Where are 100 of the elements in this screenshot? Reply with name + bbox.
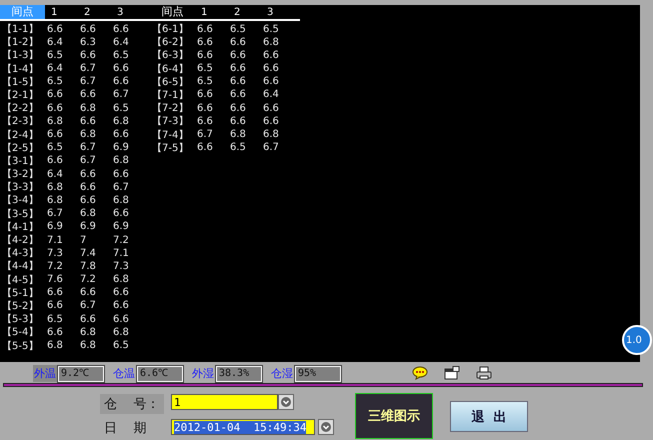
table-cell-text: 6.5 [112, 340, 130, 351]
column-header: 3 [116, 6, 124, 18]
table-cell-text: 6.5 [196, 76, 214, 88]
printer-icon[interactable] [476, 366, 492, 380]
table-cell-text: 6.4 [262, 89, 280, 100]
reading-field: 6.6℃ [137, 366, 183, 382]
point-label: 【6-2】 [151, 36, 190, 50]
reading-label: 外湿 [191, 366, 215, 382]
caret-icon [281, 397, 291, 407]
point-label: 【7-2】 [151, 102, 190, 116]
table-cell-text: 6.8 [79, 326, 97, 338]
table-cell-text: 6.6 [196, 102, 214, 114]
version-badge: 1.0 [622, 325, 652, 355]
table-cell-text: 6.6 [112, 76, 130, 88]
table-cell-text: 6.5 [196, 63, 214, 74]
table-cell-text: 6.7 [46, 208, 64, 220]
table-cell-text: 7.2 [46, 260, 64, 272]
point-label: 【5-5】 [1, 340, 40, 352]
point-label: 【4-3】 [1, 246, 40, 260]
exit-button[interactable]: 退 出 [450, 401, 528, 432]
point-label: 【4-4】 [1, 260, 40, 274]
table-cell-text: 6.4 [46, 63, 64, 74]
table-cell-text: 6.8 [79, 129, 97, 140]
table-cell-text: 6.8 [46, 182, 64, 193]
table-cell-text: 6.6 [46, 129, 64, 140]
point-label: 【3-2】 [1, 168, 40, 182]
table-cell-text: 6.6 [196, 116, 214, 127]
point-label: 【2-3】 [1, 114, 40, 128]
column-header: 2 [83, 6, 92, 18]
table-cell-text: 6.6 [262, 63, 280, 74]
point-label: 【2-1】 [1, 88, 40, 102]
point-label: 【1-2】 [1, 36, 40, 50]
point-label: 【1-4】 [1, 62, 40, 76]
warehouse-select[interactable]: 1 [171, 394, 278, 410]
table-cell-text: 6.6 [112, 287, 130, 298]
chat-bubble-icon[interactable] [412, 366, 428, 380]
point-label: 【5-3】 [1, 312, 40, 326]
table-cell-text: 7.4 [79, 248, 97, 259]
reading-field: 9.2℃ [58, 366, 104, 382]
table-cell-text: 6.6 [229, 63, 247, 74]
point-label: 【4-1】 [1, 220, 40, 234]
point-label: 【4-5】 [1, 274, 40, 287]
dropdown-button[interactable] [318, 419, 334, 435]
reading-label: 仓湿 [270, 366, 294, 382]
table-cell-text: 6.6 [79, 89, 97, 100]
table-cell-text: 6.6 [262, 50, 280, 61]
table-cell-text: 6.8 [79, 340, 97, 351]
reading-label: 外温 [33, 365, 57, 382]
table-cell-text: 6.8 [79, 208, 97, 220]
table-cell-text: 6.3 [79, 36, 97, 48]
point-label: 【6-4】 [151, 62, 190, 76]
table-cell-text: 6.8 [46, 194, 64, 206]
table-cell-text: 6.6 [229, 89, 247, 100]
table-cell-text: 6.6 [196, 24, 214, 34]
point-label: 【4-2】 [1, 234, 40, 247]
table-cell-text: 6.6 [112, 63, 130, 74]
table-cell-text: 6.6 [229, 76, 247, 88]
reading-field: 95% [295, 366, 341, 382]
table-cell-text: 6.6 [196, 89, 214, 100]
table-cell-text: 6.9 [46, 221, 64, 232]
table-cell-text: 6.6 [262, 116, 280, 127]
table-cell-text: 6.5 [262, 24, 280, 34]
point-label: 【5-1】 [1, 286, 40, 300]
table-cell-text: 6.5 [229, 24, 247, 34]
table-cell-text: 6.6 [112, 208, 130, 220]
table-cell-text: 7.6 [46, 274, 64, 286]
point-label: 【5-2】 [1, 300, 40, 313]
table-cell-text: 7 [79, 234, 88, 246]
table-cell-text: 6.5 [229, 142, 247, 154]
point-label: 【6-3】 [151, 48, 190, 62]
point-label: 【1-1】 [1, 22, 40, 36]
table-cell-text: 6.6 [262, 102, 280, 114]
column-header[interactable]: 间点 [150, 5, 195, 19]
point-label: 【7-5】 [151, 142, 190, 155]
column-header: 2 [233, 6, 242, 18]
point-label: 【1-3】 [1, 48, 40, 62]
table-cell-text: 6.6 [112, 300, 130, 312]
table-cell-text: 6.9 [79, 221, 97, 232]
point-label: 【7-3】 [151, 114, 190, 128]
table-cell-text: 6.6 [79, 168, 97, 180]
dropdown-button[interactable] [278, 394, 294, 410]
table-cell-text: 6.6 [79, 182, 97, 193]
table-cell-text: 6.6 [79, 24, 97, 34]
table-cell-text: 6.8 [112, 274, 130, 286]
table-cell-text: 6.6 [79, 194, 97, 206]
3d-view-button[interactable]: 三维图示 [355, 393, 433, 439]
table-cell-text: 6.8 [79, 102, 97, 114]
table-cell-text: 6.8 [112, 326, 130, 338]
table-cell-text: 6.5 [112, 50, 130, 61]
table-cell-text: 6.6 [46, 102, 64, 114]
table-cell-text: 6.6 [79, 50, 97, 61]
table-cell-text: 7.3 [112, 260, 130, 272]
table-cell-text: 6.7 [112, 89, 130, 100]
table-cell-text: 6.6 [262, 76, 280, 88]
point-label: 【1-5】 [1, 76, 40, 89]
table-cell-text: 7.1 [46, 234, 64, 246]
table-cell-text: 6.7 [79, 142, 97, 154]
point-label: 【3-1】 [1, 154, 40, 168]
window-icon[interactable] [444, 366, 460, 380]
date-field[interactable]: 2012-01-04 15:49:34 [171, 419, 315, 435]
